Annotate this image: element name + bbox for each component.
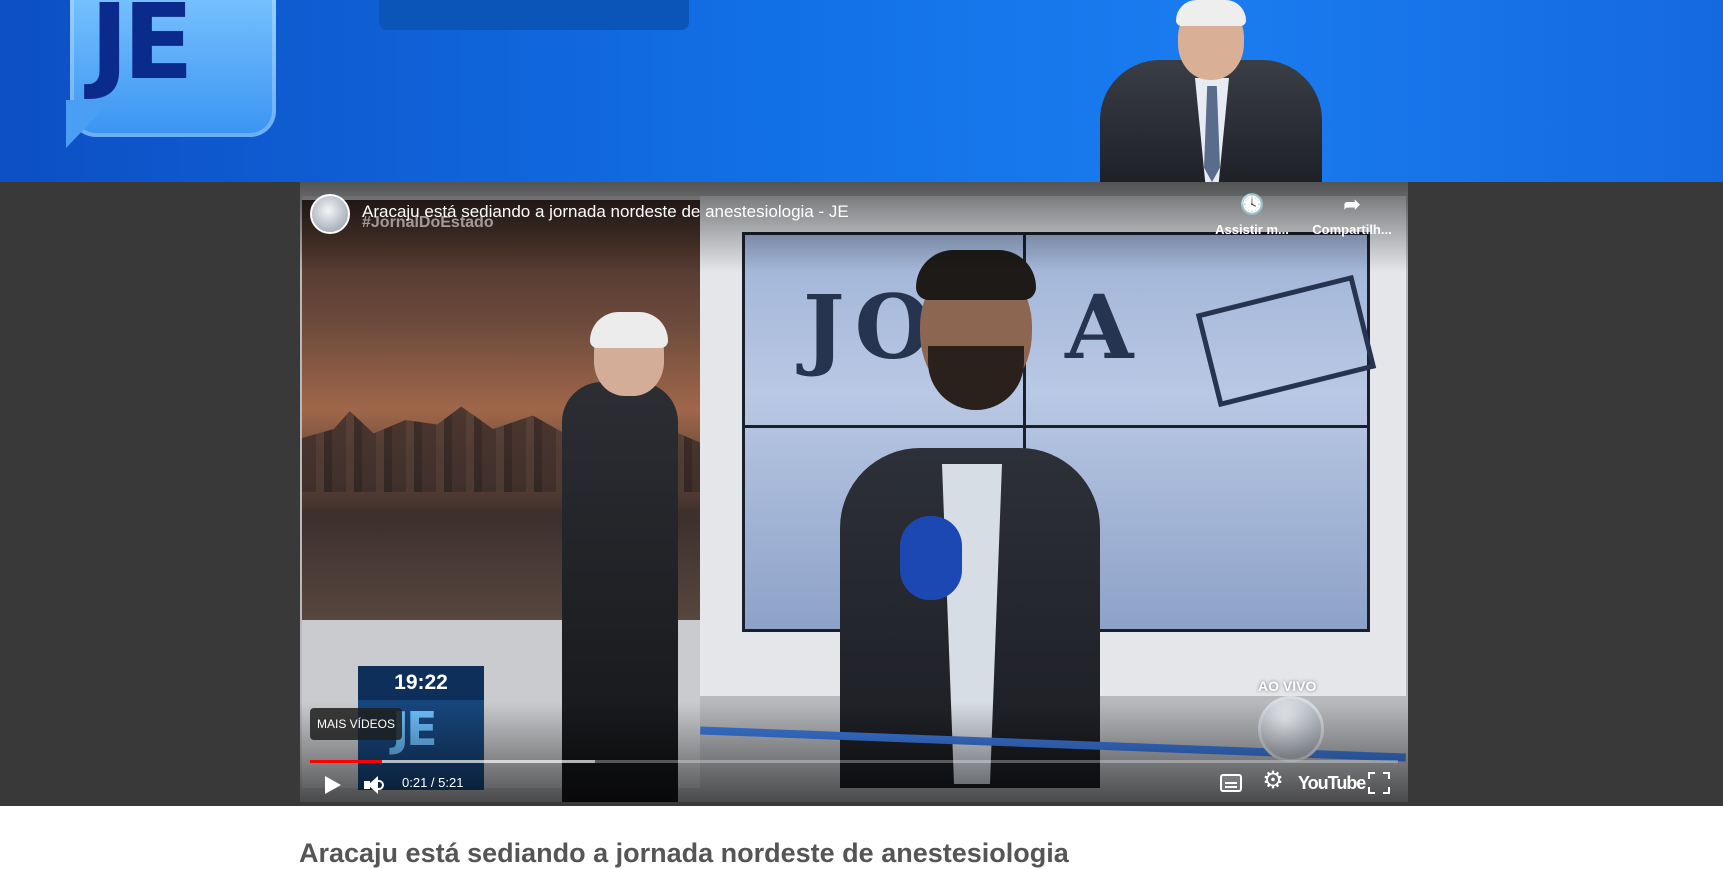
- share-button[interactable]: ➦ Compartilh...: [1304, 194, 1400, 237]
- clock-icon: 🕓: [1239, 194, 1265, 216]
- news-anchor-photo: [1100, 0, 1322, 182]
- subtitles-icon[interactable]: [1220, 774, 1242, 792]
- more-videos-button[interactable]: MAIS VÍDEOS: [310, 708, 402, 740]
- article-title: Aracaju está sediando a jornada nordeste…: [299, 838, 1069, 868]
- play-button[interactable]: [320, 772, 344, 798]
- logo-text: JE: [90, 0, 194, 103]
- program-clock: 19:22: [358, 666, 484, 700]
- youtube-logo-button[interactable]: YouTube: [1298, 773, 1366, 794]
- share-label: Compartilh...: [1312, 222, 1392, 237]
- site-logo[interactable]: JE: [66, 0, 276, 158]
- share-arrow-icon: ➦: [1343, 194, 1361, 216]
- header-nav-tab[interactable]: [379, 0, 689, 30]
- logo-bubble-tail: [66, 100, 112, 148]
- microphone: [900, 516, 962, 600]
- settings-gear-icon[interactable]: ⚙: [1260, 768, 1286, 794]
- watch-later-button[interactable]: 🕓 Assistir m...: [1204, 194, 1300, 237]
- video-title-link[interactable]: Aracaju está sediando a jornada nordeste…: [362, 202, 849, 222]
- volume-button[interactable]: [362, 772, 386, 798]
- live-label: AO VIVO: [1258, 678, 1317, 694]
- fullscreen-icon[interactable]: [1368, 772, 1390, 794]
- video-player[interactable]: JOR A 19:22 JE AO VIVO #JornalDoEstado A…: [300, 182, 1408, 802]
- time-display: 0:21 / 5:21: [402, 775, 464, 790]
- site-header: JE: [0, 0, 1723, 182]
- watch-later-label: Assistir m...: [1215, 222, 1289, 237]
- progress-played: [310, 760, 382, 763]
- channel-avatar[interactable]: [310, 194, 350, 234]
